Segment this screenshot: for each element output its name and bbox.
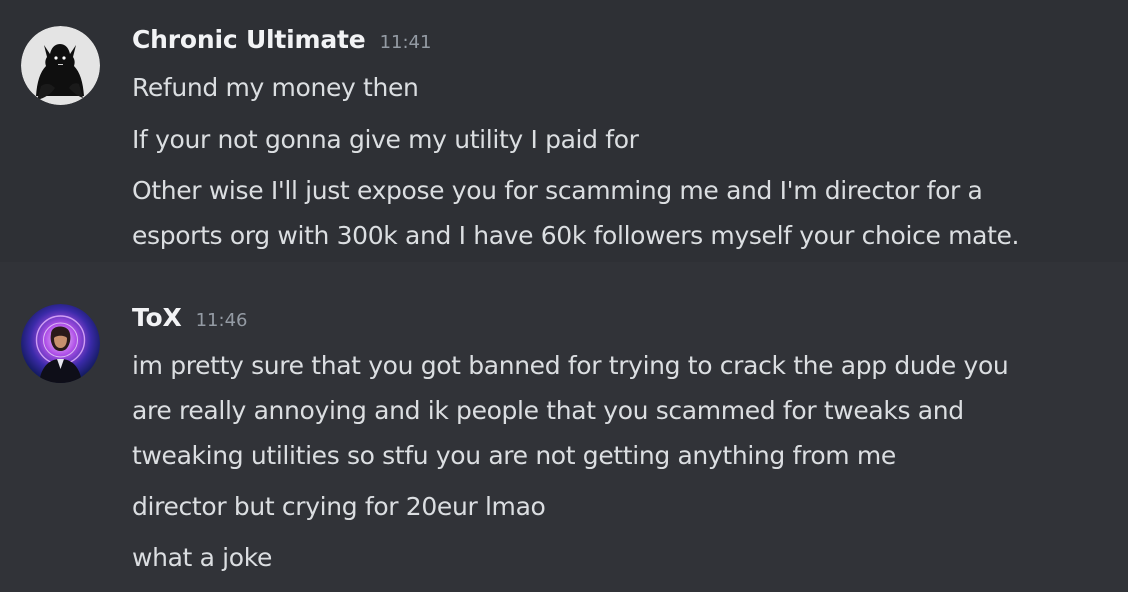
username[interactable]: Chronic Ultimate bbox=[132, 25, 366, 54]
message-group-chronic-ultimate: Chronic Ultimate 11:41 Refund my money t… bbox=[0, 0, 1128, 262]
message-group-tox: ToX 11:46 im pretty sure that you got ba… bbox=[0, 262, 1128, 592]
john-wick-avatar-icon[interactable] bbox=[21, 304, 100, 383]
message-text: im pretty sure that you got banned for t… bbox=[132, 351, 1009, 470]
message-header: Chronic Ultimate 11:41 bbox=[132, 25, 1112, 65]
message-text: what a joke bbox=[132, 543, 272, 572]
message-text: Other wise I'll just expose you for scam… bbox=[132, 176, 1020, 250]
timestamp[interactable]: 11:41 bbox=[380, 32, 432, 53]
message-text: Refund my money then bbox=[132, 73, 419, 102]
username[interactable]: ToX bbox=[132, 303, 182, 332]
demon-avatar-icon[interactable] bbox=[21, 26, 100, 105]
message-text: director but crying for 20eur lmao bbox=[132, 492, 546, 521]
message-header: ToX 11:46 bbox=[132, 303, 1112, 343]
timestamp[interactable]: 11:46 bbox=[196, 310, 248, 331]
message-text: If your not gonna give my utility I paid… bbox=[132, 125, 639, 154]
